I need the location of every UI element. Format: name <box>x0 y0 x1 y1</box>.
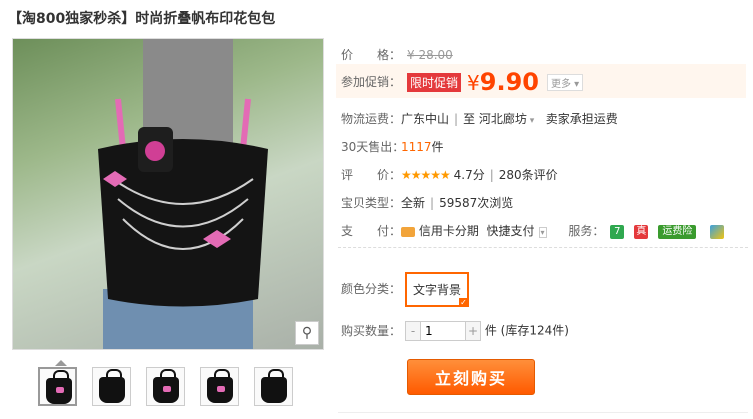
thumbnail-pointer <box>55 360 67 366</box>
shipping-insurance-badge[interactable]: 运费险 <box>658 224 697 239</box>
more-promos-button[interactable]: 更多 ▾ <box>546 73 584 91</box>
product-photo <box>98 39 268 349</box>
buy-now-button[interactable]: 立刻购买 <box>407 359 535 395</box>
sales-label: 30天售出： <box>341 140 405 154</box>
payment-row: 支 付： 信用卡分期 快捷支付 ▾ 服务： 7 真运费险 <box>341 222 725 239</box>
seven-day-return-icon[interactable]: 7 <box>610 224 625 239</box>
rating-label: 评 价： <box>341 168 402 182</box>
color-row: 颜色分类： 文字背景 <box>341 272 470 307</box>
sales-row: 30天售出：1117件 <box>341 140 444 154</box>
views-count: 59587次浏览 <box>439 196 514 210</box>
guarantee-icon[interactable]: 真 <box>634 224 649 239</box>
promo-price: ¥9.90 <box>467 68 539 96</box>
condition: 全新 <box>401 196 426 210</box>
product-title: 【淘800独家秒杀】时尚折叠帆布印花包包 <box>8 11 276 27</box>
divider <box>338 412 748 413</box>
credit-installment[interactable]: 信用卡分期 <box>419 224 479 238</box>
ship-to-select[interactable]: 河北廊坊 <box>479 112 527 126</box>
type-row: 宝贝类型：全新 | 59587次浏览 <box>341 196 514 210</box>
shipping-row: 物流运费：广东中山 | 至 河北廊坊 ▾ 卖家承担运费 <box>341 112 618 126</box>
star-rating-icon: ★★★★★ <box>401 168 451 182</box>
credit-card-icon <box>401 226 415 237</box>
price-row: 价 格： ¥ 28.00 <box>341 46 453 63</box>
thumbnail-3[interactable] <box>146 367 185 406</box>
stock-count: (库存124件) <box>500 323 569 338</box>
rating-row: 评 价：★★★★★ 4.7分 | 280条评价 <box>341 168 558 182</box>
service-icon[interactable] <box>710 224 725 239</box>
divider <box>338 247 748 248</box>
color-label: 颜色分类： <box>341 282 402 296</box>
thumbnail-5[interactable] <box>254 367 293 406</box>
type-label: 宝贝类型： <box>341 196 402 210</box>
quick-pay[interactable]: 快捷支付 <box>486 224 534 238</box>
promo-row: 参加促销： 限时促销 ¥9.90 更多 ▾ <box>341 68 584 96</box>
promo-label: 参加促销： <box>341 74 402 89</box>
price-label: 价 格： <box>341 48 402 62</box>
service-label: 服务： <box>568 224 605 238</box>
shipping-label: 物流运费： <box>341 112 402 126</box>
quantity-row: 购买数量：-+ 件 (库存124件) <box>341 321 569 341</box>
thumbnail-4[interactable] <box>200 367 239 406</box>
thumbnail-strip <box>38 367 293 406</box>
quantity-label: 购买数量： <box>341 323 402 338</box>
bag-icon <box>99 369 125 403</box>
chevron-down-icon: ▾ <box>526 116 535 126</box>
chevron-down-icon[interactable]: ▾ <box>538 227 547 238</box>
promo-tag: 限时促销 <box>407 72 462 92</box>
color-option-text-bg[interactable]: 文字背景 <box>405 272 470 307</box>
product-main-image[interactable]: ⚲ <box>12 38 324 350</box>
bag-icon <box>261 369 287 403</box>
ship-from: 广东中山 <box>401 112 450 126</box>
thumbnail-1[interactable] <box>38 367 77 406</box>
sales-count: 1117 <box>401 140 432 154</box>
rating-score: 4.7分 <box>453 168 485 182</box>
payment-label: 支 付： <box>341 224 402 238</box>
quantity-input[interactable] <box>420 322 466 340</box>
shipping-fee: 卖家承担运费 <box>545 112 618 126</box>
quantity-stepper[interactable]: -+ <box>405 321 481 341</box>
magnifier-icon[interactable]: ⚲ <box>295 321 319 345</box>
reviews-link[interactable]: 280条评价 <box>499 168 558 182</box>
original-price: ¥ 28.00 <box>407 48 453 62</box>
decrement-button[interactable]: - <box>406 322 420 340</box>
increment-button[interactable]: + <box>466 322 480 340</box>
thumbnail-2[interactable] <box>92 367 131 406</box>
